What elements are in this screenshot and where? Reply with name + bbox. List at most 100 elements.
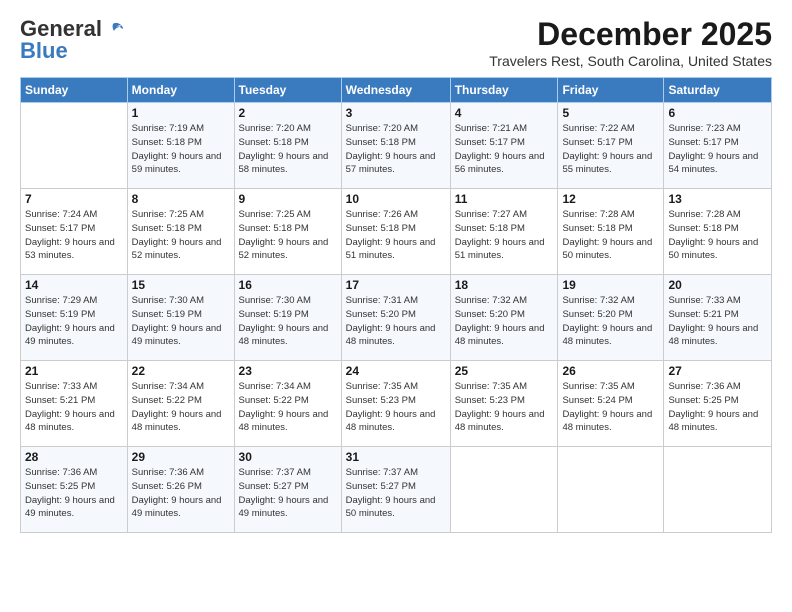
calendar-cell-w1-d4: 4 Sunrise: 7:21 AM Sunset: 5:17 PM Daylig… bbox=[450, 103, 558, 189]
day-number: 4 bbox=[455, 106, 554, 120]
day-info: Sunrise: 7:20 AM Sunset: 5:18 PM Dayligh… bbox=[346, 122, 446, 177]
weekday-header-row: Sunday Monday Tuesday Wednesday Thursday… bbox=[21, 78, 772, 103]
day-info: Sunrise: 7:35 AM Sunset: 5:23 PM Dayligh… bbox=[346, 380, 446, 435]
week-row-5: 28 Sunrise: 7:36 AM Sunset: 5:25 PM Dayli… bbox=[21, 447, 772, 533]
day-info: Sunrise: 7:25 AM Sunset: 5:18 PM Dayligh… bbox=[132, 208, 230, 263]
day-number: 31 bbox=[346, 450, 446, 464]
day-info: Sunrise: 7:22 AM Sunset: 5:17 PM Dayligh… bbox=[562, 122, 659, 177]
day-number: 26 bbox=[562, 364, 659, 378]
day-info: Sunrise: 7:34 AM Sunset: 5:22 PM Dayligh… bbox=[239, 380, 337, 435]
day-info: Sunrise: 7:36 AM Sunset: 5:25 PM Dayligh… bbox=[25, 466, 123, 521]
calendar-cell-w2-d3: 10 Sunrise: 7:26 AM Sunset: 5:18 PM Dayli… bbox=[341, 189, 450, 275]
week-row-2: 7Sunrise: 7:24 AM Sunset: 5:17 PM Daylig… bbox=[21, 189, 772, 275]
day-info: Sunrise: 7:26 AM Sunset: 5:18 PM Dayligh… bbox=[346, 208, 446, 263]
calendar-cell-w5-d6 bbox=[664, 447, 772, 533]
day-info: Sunrise: 7:31 AM Sunset: 5:20 PM Dayligh… bbox=[346, 294, 446, 349]
day-info: Sunrise: 7:37 AM Sunset: 5:27 PM Dayligh… bbox=[346, 466, 446, 521]
day-number: 1 bbox=[132, 106, 230, 120]
calendar-cell-w5-d3: 31 Sunrise: 7:37 AM Sunset: 5:27 PM Dayli… bbox=[341, 447, 450, 533]
day-info: Sunrise: 7:29 AM Sunset: 5:19 PM Dayligh… bbox=[25, 294, 123, 349]
calendar-cell-w2-d2: 9Sunrise: 7:25 AM Sunset: 5:18 PM Daylig… bbox=[234, 189, 341, 275]
calendar-cell-w1-d0 bbox=[21, 103, 128, 189]
logo-bird-icon bbox=[103, 22, 123, 38]
day-info: Sunrise: 7:30 AM Sunset: 5:19 PM Dayligh… bbox=[239, 294, 337, 349]
calendar-cell-w2-d6: 13 Sunrise: 7:28 AM Sunset: 5:18 PM Dayli… bbox=[664, 189, 772, 275]
day-info: Sunrise: 7:36 AM Sunset: 5:26 PM Dayligh… bbox=[132, 466, 230, 521]
day-number: 20 bbox=[668, 278, 767, 292]
day-number: 24 bbox=[346, 364, 446, 378]
calendar-cell-w3-d1: 15 Sunrise: 7:30 AM Sunset: 5:19 PM Dayli… bbox=[127, 275, 234, 361]
day-number: 22 bbox=[132, 364, 230, 378]
calendar-cell-w4-d2: 23 Sunrise: 7:34 AM Sunset: 5:22 PM Dayli… bbox=[234, 361, 341, 447]
header-saturday: Saturday bbox=[664, 78, 772, 103]
calendar-cell-w2-d5: 12Sunrise: 7:28 AM Sunset: 5:18 PM Dayli… bbox=[558, 189, 664, 275]
title-block: December 2025 Travelers Rest, South Caro… bbox=[489, 16, 772, 69]
day-info: Sunrise: 7:33 AM Sunset: 5:21 PM Dayligh… bbox=[25, 380, 123, 435]
day-number: 10 bbox=[346, 192, 446, 206]
day-number: 30 bbox=[239, 450, 337, 464]
header-monday: Monday bbox=[127, 78, 234, 103]
day-info: Sunrise: 7:30 AM Sunset: 5:19 PM Dayligh… bbox=[132, 294, 230, 349]
day-info: Sunrise: 7:36 AM Sunset: 5:25 PM Dayligh… bbox=[668, 380, 767, 435]
calendar-cell-w5-d2: 30Sunrise: 7:37 AM Sunset: 5:27 PM Dayli… bbox=[234, 447, 341, 533]
location-subtitle: Travelers Rest, South Carolina, United S… bbox=[489, 53, 772, 69]
calendar-cell-w3-d2: 16 Sunrise: 7:30 AM Sunset: 5:19 PM Dayli… bbox=[234, 275, 341, 361]
day-number: 28 bbox=[25, 450, 123, 464]
day-number: 19 bbox=[562, 278, 659, 292]
calendar-cell-w1-d1: 1Sunrise: 7:19 AM Sunset: 5:18 PM Daylig… bbox=[127, 103, 234, 189]
page-header: General Blue December 2025 Travelers Res… bbox=[20, 16, 772, 69]
day-info: Sunrise: 7:32 AM Sunset: 5:20 PM Dayligh… bbox=[455, 294, 554, 349]
logo: General Blue bbox=[20, 16, 123, 64]
calendar-cell-w2-d1: 8Sunrise: 7:25 AM Sunset: 5:18 PM Daylig… bbox=[127, 189, 234, 275]
calendar-cell-w4-d1: 22Sunrise: 7:34 AM Sunset: 5:22 PM Dayli… bbox=[127, 361, 234, 447]
calendar-cell-w2-d0: 7Sunrise: 7:24 AM Sunset: 5:17 PM Daylig… bbox=[21, 189, 128, 275]
day-info: Sunrise: 7:32 AM Sunset: 5:20 PM Dayligh… bbox=[562, 294, 659, 349]
week-row-3: 14Sunrise: 7:29 AM Sunset: 5:19 PM Dayli… bbox=[21, 275, 772, 361]
calendar-cell-w4-d5: 26 Sunrise: 7:35 AM Sunset: 5:24 PM Dayli… bbox=[558, 361, 664, 447]
calendar-cell-w3-d4: 18Sunrise: 7:32 AM Sunset: 5:20 PM Dayli… bbox=[450, 275, 558, 361]
day-number: 25 bbox=[455, 364, 554, 378]
calendar-cell-w3-d6: 20Sunrise: 7:33 AM Sunset: 5:21 PM Dayli… bbox=[664, 275, 772, 361]
calendar-cell-w5-d0: 28 Sunrise: 7:36 AM Sunset: 5:25 PM Dayli… bbox=[21, 447, 128, 533]
calendar-table: Sunday Monday Tuesday Wednesday Thursday… bbox=[20, 77, 772, 533]
calendar-cell-w1-d5: 5Sunrise: 7:22 AM Sunset: 5:17 PM Daylig… bbox=[558, 103, 664, 189]
header-friday: Friday bbox=[558, 78, 664, 103]
day-number: 17 bbox=[346, 278, 446, 292]
week-row-1: 1Sunrise: 7:19 AM Sunset: 5:18 PM Daylig… bbox=[21, 103, 772, 189]
calendar-page: General Blue December 2025 Travelers Res… bbox=[0, 0, 792, 612]
week-row-4: 21 Sunrise: 7:33 AM Sunset: 5:21 PM Dayli… bbox=[21, 361, 772, 447]
day-number: 27 bbox=[668, 364, 767, 378]
day-number: 2 bbox=[239, 106, 337, 120]
header-thursday: Thursday bbox=[450, 78, 558, 103]
day-number: 12 bbox=[562, 192, 659, 206]
logo-blue-text: Blue bbox=[20, 38, 68, 64]
day-info: Sunrise: 7:20 AM Sunset: 5:18 PM Dayligh… bbox=[239, 122, 337, 177]
day-number: 9 bbox=[239, 192, 337, 206]
calendar-cell-w4-d6: 27 Sunrise: 7:36 AM Sunset: 5:25 PM Dayli… bbox=[664, 361, 772, 447]
day-number: 23 bbox=[239, 364, 337, 378]
day-number: 3 bbox=[346, 106, 446, 120]
calendar-cell-w5-d4 bbox=[450, 447, 558, 533]
day-info: Sunrise: 7:35 AM Sunset: 5:24 PM Dayligh… bbox=[562, 380, 659, 435]
calendar-cell-w3-d5: 19 Sunrise: 7:32 AM Sunset: 5:20 PM Dayli… bbox=[558, 275, 664, 361]
day-number: 16 bbox=[239, 278, 337, 292]
day-info: Sunrise: 7:28 AM Sunset: 5:18 PM Dayligh… bbox=[668, 208, 767, 263]
header-sunday: Sunday bbox=[21, 78, 128, 103]
day-number: 15 bbox=[132, 278, 230, 292]
header-tuesday: Tuesday bbox=[234, 78, 341, 103]
calendar-cell-w2-d4: 11Sunrise: 7:27 AM Sunset: 5:18 PM Dayli… bbox=[450, 189, 558, 275]
calendar-cell-w5-d1: 29Sunrise: 7:36 AM Sunset: 5:26 PM Dayli… bbox=[127, 447, 234, 533]
day-number: 13 bbox=[668, 192, 767, 206]
calendar-cell-w4-d3: 24 Sunrise: 7:35 AM Sunset: 5:23 PM Dayli… bbox=[341, 361, 450, 447]
calendar-cell-w1-d6: 6Sunrise: 7:23 AM Sunset: 5:17 PM Daylig… bbox=[664, 103, 772, 189]
calendar-cell-w4-d4: 25 Sunrise: 7:35 AM Sunset: 5:23 PM Dayli… bbox=[450, 361, 558, 447]
month-title: December 2025 bbox=[489, 16, 772, 53]
day-info: Sunrise: 7:35 AM Sunset: 5:23 PM Dayligh… bbox=[455, 380, 554, 435]
day-number: 11 bbox=[455, 192, 554, 206]
day-info: Sunrise: 7:21 AM Sunset: 5:17 PM Dayligh… bbox=[455, 122, 554, 177]
calendar-cell-w4-d0: 21 Sunrise: 7:33 AM Sunset: 5:21 PM Dayli… bbox=[21, 361, 128, 447]
day-info: Sunrise: 7:24 AM Sunset: 5:17 PM Dayligh… bbox=[25, 208, 123, 263]
calendar-cell-w1-d2: 2 Sunrise: 7:20 AM Sunset: 5:18 PM Daylig… bbox=[234, 103, 341, 189]
calendar-cell-w3-d0: 14Sunrise: 7:29 AM Sunset: 5:19 PM Dayli… bbox=[21, 275, 128, 361]
day-number: 21 bbox=[25, 364, 123, 378]
